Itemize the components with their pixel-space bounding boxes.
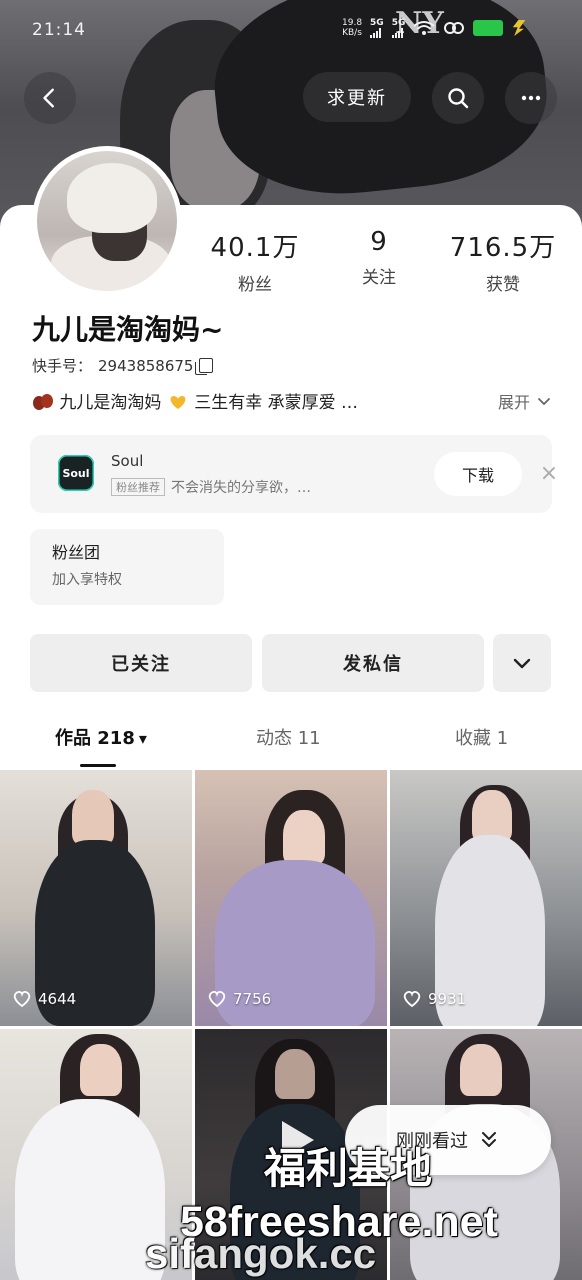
nickname: 九儿是淘淘妈~ — [32, 313, 224, 346]
chevron-left-icon — [43, 88, 54, 108]
more-actions-button[interactable] — [493, 634, 551, 692]
bio: 九儿是淘淘妈 三生有幸 承蒙厚爱 … — [32, 388, 498, 413]
status-time: 21:14 — [32, 20, 86, 40]
avatar[interactable] — [32, 146, 182, 296]
ad-card[interactable]: Soul Soul 粉丝推荐 不会消失的分享欲，… 下载 × — [30, 435, 558, 513]
stat-label: 获赞 — [486, 275, 520, 295]
ad-badge: 粉丝推荐 — [111, 478, 165, 496]
heart-icon — [208, 990, 226, 1008]
stat-value: 9 — [370, 227, 388, 257]
charging-icon — [512, 20, 526, 36]
followed-button[interactable]: 已关注 — [30, 634, 252, 692]
content-tabs: 作品 218 动态 11 收藏 1 — [0, 718, 582, 768]
copy-icon[interactable] — [195, 358, 214, 375]
signal-bars-icon — [370, 28, 384, 38]
signal-1: 5G — [370, 18, 384, 38]
bio-text-rest: 三生有幸 承蒙厚爱 … — [194, 393, 359, 413]
double-chevron-down-icon — [482, 1132, 496, 1147]
stat-fans[interactable]: 40.1万 粉丝 — [200, 227, 310, 295]
back-button[interactable] — [24, 72, 76, 124]
active-tab-indicator — [80, 764, 116, 767]
status-bar: 21:14 19.8 KB/s 5G 5G — [0, 14, 582, 44]
user-id: 2943858675 — [98, 356, 194, 375]
stat-likes[interactable]: 716.5万 获赞 — [448, 227, 558, 295]
like-count: 9931 — [402, 990, 466, 1008]
wifi-icon — [413, 21, 435, 35]
beans-icon — [33, 394, 53, 410]
request-update-button[interactable]: 求更新 — [303, 72, 411, 122]
search-icon — [448, 88, 469, 109]
like-count: 4644 — [12, 990, 76, 1008]
battery-icon — [473, 20, 504, 36]
video-thumbnail[interactable]: 7756 — [195, 770, 387, 1026]
chevron-down-icon — [513, 658, 531, 669]
close-icon[interactable]: × — [538, 463, 560, 485]
watermark-url-secondary: sifangok.cc — [145, 1230, 377, 1277]
user-id-label: 快手号： — [32, 357, 93, 375]
signal-bars-icon — [391, 28, 406, 38]
fan-group-card[interactable]: 粉丝团 加入享特权 — [30, 529, 224, 605]
tab-moments[interactable]: 动态 11 — [256, 724, 321, 750]
chevron-down-icon — [538, 397, 550, 405]
tab-favorites[interactable]: 收藏 1 — [455, 724, 508, 750]
more-icon — [521, 95, 541, 101]
bio-row: 九儿是淘淘妈 三生有幸 承蒙厚爱 … 展开 — [32, 388, 552, 413]
stat-value: 716.5万 — [449, 233, 557, 263]
signal-2: 5G — [391, 18, 406, 38]
send-message-button[interactable]: 发私信 — [262, 634, 484, 692]
ad-title: Soul — [111, 452, 144, 470]
bio-text: 九儿是淘淘妈 — [59, 393, 162, 413]
vpn-icon — [444, 22, 465, 34]
video-thumbnail[interactable]: 4644 — [0, 770, 192, 1026]
heart-icon — [403, 990, 421, 1008]
status-icons: 19.8 KB/s 5G 5G — [342, 18, 526, 38]
like-count: 7756 — [207, 990, 271, 1008]
ad-description: 不会消失的分享欲，… — [171, 480, 311, 496]
ad-subtitle: 粉丝推荐 不会消失的分享欲，… — [111, 477, 311, 497]
tab-works[interactable]: 作品 218 — [55, 724, 147, 750]
stat-value: 40.1万 — [210, 233, 300, 263]
heart-hands-icon — [170, 396, 186, 409]
stat-label: 粉丝 — [238, 275, 272, 295]
network-speed: 19.8 KB/s — [342, 18, 363, 38]
more-button[interactable] — [505, 72, 557, 124]
search-button[interactable] — [432, 72, 484, 124]
avatar-photo — [37, 151, 177, 291]
user-id-row: 快手号： 2943858675 — [32, 355, 214, 376]
stat-following[interactable]: 9 关注 — [324, 227, 434, 288]
video-thumbnail[interactable]: 9931 — [390, 770, 582, 1026]
expand-bio-button[interactable]: 展开 — [498, 389, 552, 413]
heart-icon — [13, 990, 31, 1008]
stat-label: 关注 — [362, 268, 396, 288]
fan-group-subtitle: 加入享特权 — [52, 572, 122, 588]
watermark-text: 福利基地 — [264, 1145, 433, 1192]
soul-app-icon: Soul — [58, 455, 94, 491]
download-button[interactable]: 下载 — [434, 452, 522, 496]
fan-group-title: 粉丝团 — [52, 543, 101, 562]
